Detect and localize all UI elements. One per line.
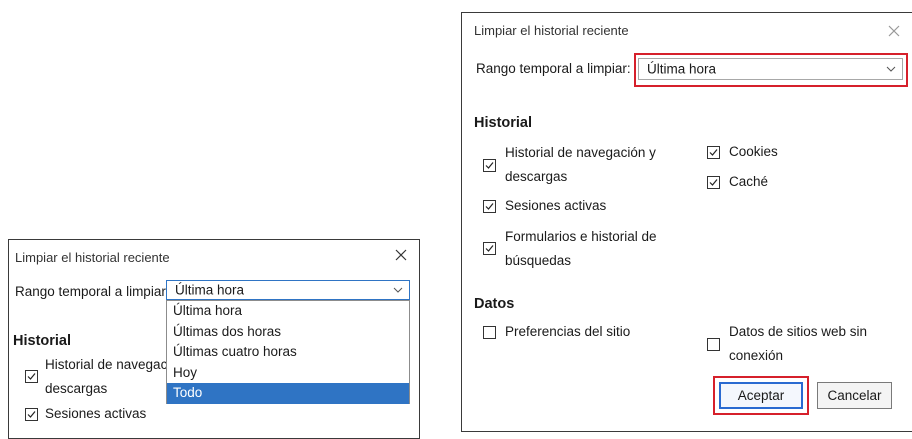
dropdown-option[interactable]: Última hora — [167, 301, 409, 322]
dropdown-option-selected[interactable]: Todo — [167, 383, 409, 404]
cache-checkbox-label: Caché — [729, 174, 769, 189]
dropdown-option[interactable]: Hoy — [167, 363, 409, 384]
offline-data-checkbox-label: Datos de sitios web sin conexión — [729, 324, 868, 363]
sessions-checkbox-label: Sesiones activas — [45, 406, 147, 421]
cookies-checkbox[interactable] — [707, 146, 720, 159]
cache-checkbox[interactable] — [707, 176, 720, 189]
range-label: Rango temporal a limpiar: — [15, 284, 170, 299]
checkmark-icon — [27, 411, 36, 418]
dialog-title: Limpiar el historial reciente — [15, 250, 170, 265]
site-preferences-checkbox[interactable] — [483, 326, 496, 339]
dialog-title: Limpiar el historial reciente — [474, 23, 629, 38]
large-clear-history-dialog: Limpiar el historial reciente Rango temp… — [461, 12, 912, 432]
dropdown-option[interactable]: Últimas dos horas — [167, 322, 409, 343]
forms-checkbox[interactable] — [483, 242, 496, 255]
history-checkbox[interactable] — [25, 370, 38, 383]
sessions-checkbox[interactable] — [483, 200, 496, 213]
cancel-button[interactable]: Cancelar — [817, 382, 892, 409]
checkmark-icon — [709, 149, 718, 156]
close-icon[interactable] — [887, 24, 905, 42]
history-heading: Historial — [13, 333, 72, 349]
site-preferences-checkbox-label: Preferencias del sitio — [505, 324, 631, 339]
sessions-checkbox[interactable] — [25, 408, 38, 421]
chevron-down-icon — [393, 287, 403, 293]
accept-button-highlight — [713, 376, 809, 415]
offline-data-checkbox[interactable] — [707, 338, 720, 351]
checkmark-icon — [709, 179, 718, 186]
range-dropdown-list[interactable]: Última hora Últimas dos horas Últimas cu… — [166, 300, 410, 404]
small-clear-history-dialog: Limpiar el historial reciente Rango temp… — [8, 239, 420, 439]
data-heading: Datos — [474, 296, 515, 312]
range-select-highlight — [634, 53, 908, 87]
history-checkbox[interactable] — [483, 159, 496, 172]
checkmark-icon — [485, 203, 494, 210]
checkmark-icon — [485, 162, 494, 169]
history-checkbox-label: Historial de navegación y descargas — [505, 145, 656, 184]
range-select[interactable]: Última hora — [166, 280, 410, 300]
forms-checkbox-label: Formularios e historial de búsquedas — [505, 229, 657, 268]
history-heading: Historial — [474, 115, 533, 131]
range-select-value: Última hora — [175, 282, 245, 298]
checkmark-icon — [485, 245, 494, 252]
close-icon[interactable] — [394, 248, 412, 266]
dropdown-option[interactable]: Últimas cuatro horas — [167, 342, 409, 363]
checkmark-icon — [27, 373, 36, 380]
range-label: Rango temporal a limpiar: — [476, 61, 631, 76]
sessions-checkbox-label: Sesiones activas — [505, 198, 607, 213]
cookies-checkbox-label: Cookies — [729, 144, 778, 159]
